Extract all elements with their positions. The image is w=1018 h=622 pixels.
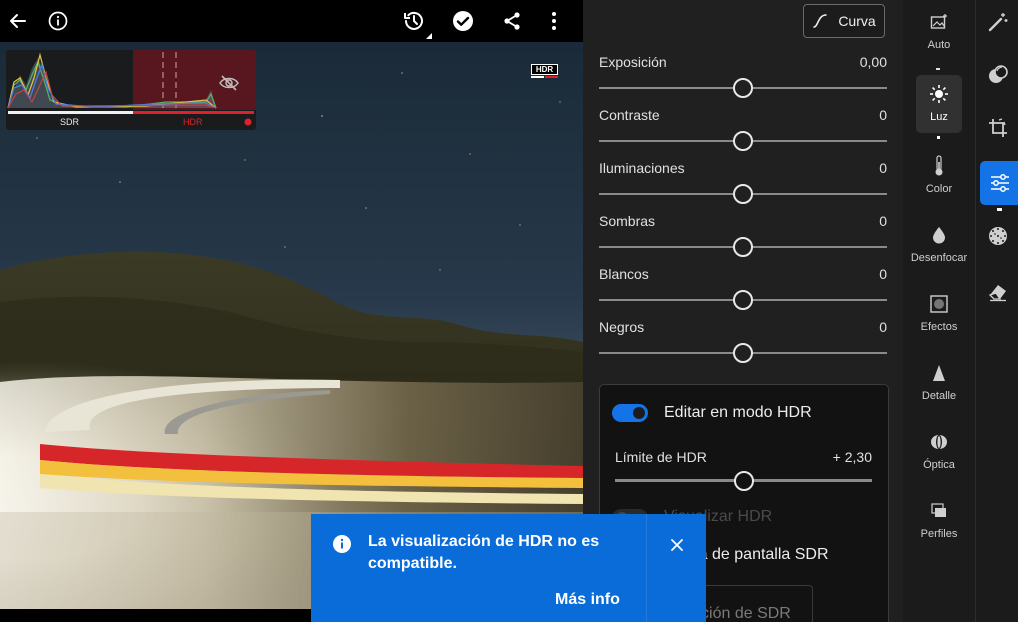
slider-knob[interactable] <box>733 184 753 204</box>
hdr-limit-value: + 2,30 <box>832 449 872 465</box>
edit-hdr-toggle[interactable] <box>612 404 648 422</box>
auto-photo-icon <box>916 9 962 35</box>
tool-label: Auto <box>927 39 951 51</box>
share-icon[interactable] <box>499 8 525 34</box>
curve-button[interactable]: Curva <box>803 4 885 38</box>
sun-icon <box>916 81 962 107</box>
top-toolbar <box>0 0 583 42</box>
slider-label: Exposición <box>599 54 667 70</box>
slider-label: Negros <box>599 319 645 335</box>
tool-label: Perfiles <box>920 528 958 540</box>
tool-detalle[interactable]: Detalle <box>916 354 962 412</box>
info-icon[interactable] <box>45 8 71 34</box>
slider-label: Sombras <box>599 213 656 229</box>
tool-efectos[interactable]: Efectos <box>916 285 962 343</box>
edit-sliders-icon[interactable] <box>980 161 1018 205</box>
slider-value: 0 <box>879 107 887 123</box>
slider-knob[interactable] <box>733 78 753 98</box>
eraser-icon[interactable] <box>976 269 1018 313</box>
histogram-hdr-label: HDR <box>183 117 203 127</box>
histogram-sdr-label: SDR <box>60 117 80 127</box>
profiles-icon <box>916 498 962 524</box>
tool-label: Efectos <box>920 321 958 333</box>
tool-desenfocar[interactable]: Desenfocar <box>911 216 967 274</box>
curve-button-label: Curva <box>838 13 876 29</box>
slider-value: 0 <box>879 266 887 282</box>
slider-label: Contraste <box>599 107 660 123</box>
thermometer-icon <box>916 153 962 179</box>
triangle-icon <box>916 360 962 386</box>
slider-knob[interactable] <box>733 290 753 310</box>
crop-icon[interactable] <box>976 106 1018 150</box>
back-arrow-icon[interactable] <box>5 8 31 34</box>
histogram[interactable]: SDR HDR <box>6 50 256 130</box>
tool-perfiles[interactable]: Perfiles <box>916 492 962 550</box>
tool-label: Detalle <box>921 390 957 402</box>
history-corner-marker <box>426 33 432 39</box>
lens-icon <box>916 429 962 455</box>
edit-mode-rail <box>975 0 1018 622</box>
magic-wand-icon[interactable] <box>976 0 1018 44</box>
more-info-link[interactable]: Más info <box>555 591 620 609</box>
presets-icon[interactable] <box>976 214 1018 258</box>
droplet-icon <box>916 222 962 248</box>
tool-luz[interactable]: Luz <box>916 75 962 133</box>
slider-5: Negros 0 <box>599 319 887 369</box>
slider-4: Blancos 0 <box>599 266 887 316</box>
slider-knob[interactable] <box>733 343 753 363</box>
slider-2: Iluminaciones 0 <box>599 160 887 210</box>
toast-message: La visualización de HDR no es compatible… <box>368 533 600 572</box>
tool-optica[interactable]: Óptica <box>916 423 962 481</box>
tool-strip: Auto Luz Color Desenfocar Efectos Detall… <box>903 0 975 622</box>
slider-3: Sombras 0 <box>599 213 887 263</box>
slider-value: 0 <box>879 213 887 229</box>
close-icon[interactable] <box>666 534 688 556</box>
slider-label: Blancos <box>599 266 649 282</box>
vignette-icon <box>916 291 962 317</box>
slider-knob[interactable] <box>733 237 753 257</box>
slider-knob[interactable] <box>733 131 753 151</box>
slider-value: 0 <box>879 319 887 335</box>
curve-icon <box>813 14 828 28</box>
slider-0: Exposición 0,00 <box>599 54 887 104</box>
tool-color[interactable]: Color <box>916 147 962 205</box>
tool-auto[interactable]: Auto <box>916 3 962 61</box>
slider-value: 0,00 <box>859 54 887 70</box>
check-circle-icon[interactable] <box>450 8 476 34</box>
hdr-limit-knob[interactable] <box>733 471 754 491</box>
tool-label: Desenfocar <box>910 252 968 264</box>
slider-1: Contraste 0 <box>599 107 887 157</box>
hdr-badge: HDR <box>531 64 558 79</box>
tool-label: Óptica <box>923 459 955 471</box>
slider-value: 0 <box>879 160 887 176</box>
more-vertical-icon[interactable] <box>541 8 567 34</box>
info-filled-icon <box>333 535 351 553</box>
tool-label: Luz <box>930 111 948 123</box>
tool-label: Color <box>925 183 953 195</box>
hdr-not-supported-toast: La visualización de HDR no es compatible… <box>311 514 706 622</box>
toast-divider <box>646 514 647 622</box>
edit-hdr-label: Editar en modo HDR <box>664 404 812 421</box>
masking-icon[interactable] <box>976 53 1018 97</box>
slider-label: Iluminaciones <box>599 160 685 176</box>
hdr-limit-label: Límite de HDR <box>615 449 707 465</box>
history-icon[interactable] <box>401 8 427 34</box>
